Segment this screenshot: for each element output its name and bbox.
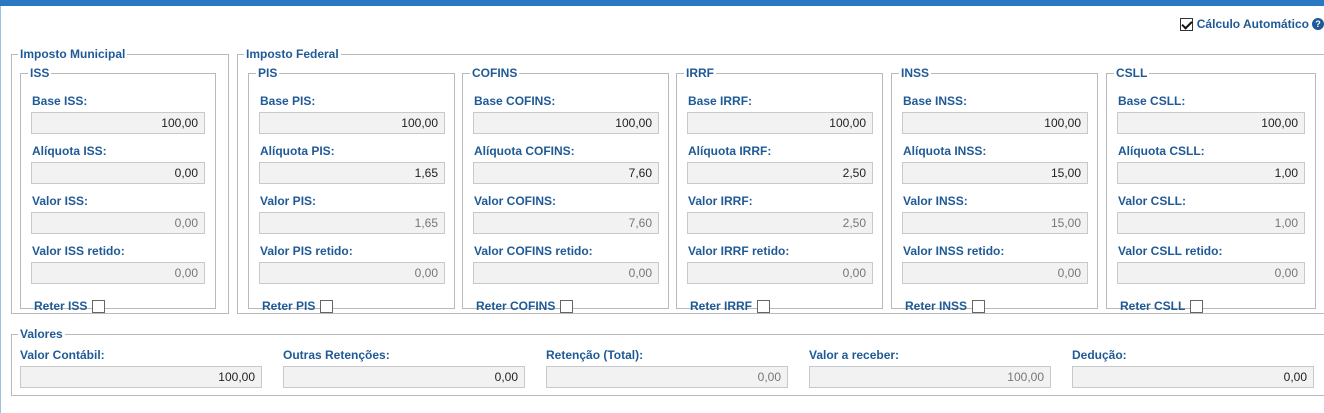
municipal-tax-legend: Imposto Municipal <box>20 47 126 61</box>
base-csll-label: Base CSLL: <box>1118 94 1186 108</box>
reter-csll-label: Reter CSLL <box>1120 299 1186 313</box>
valor-cofins-retido-label: Valor COFINS retido: <box>474 244 593 258</box>
valor-pis-retido-label: Valor PIS retido: <box>260 244 353 258</box>
valor-iss-label: Valor ISS: <box>32 194 89 208</box>
aliquota-inss-input[interactable]: 15,00 <box>902 162 1088 184</box>
valor-inss-input[interactable]: 15,00 <box>902 212 1088 234</box>
valor-inss-label: Valor INSS: <box>903 194 968 208</box>
cofins-legend: COFINS <box>472 66 518 80</box>
inss-legend: INSS <box>901 66 930 80</box>
deducao-input[interactable]: 0,00 <box>1072 366 1314 388</box>
valor-iss-input[interactable]: 0,00 <box>31 212 205 234</box>
valor-pis-input[interactable]: 1,65 <box>259 212 445 234</box>
reter-irrf-checkbox[interactable] <box>757 299 771 313</box>
valor-inss-retido-input[interactable]: 0,00 <box>902 262 1088 284</box>
reter-irrf-label: Reter IRRF <box>690 299 753 313</box>
pis-group: PIS Base PIS: 100,00 Alíquota PIS: 1,65 … <box>248 66 455 313</box>
aliquota-pis-input[interactable]: 1,65 <box>259 162 445 184</box>
base-inss-label: Base INSS: <box>903 94 968 108</box>
valor-pis-retido-input[interactable]: 0,00 <box>259 262 445 284</box>
reter-pis-label: Reter PIS <box>262 299 316 313</box>
cofins-group: COFINS Base COFINS: 100,00 Alíquota COFI… <box>462 66 669 313</box>
reter-pis-checkbox[interactable] <box>320 299 334 313</box>
reter-inss-label: Reter INSS <box>905 299 968 313</box>
valor-irrf-label: Valor IRRF: <box>688 194 753 208</box>
federal-tax-legend: Imposto Federal <box>246 47 339 61</box>
valor-a-receber-label: Valor a receber: <box>809 348 900 362</box>
valor-cofins-label: Valor COFINS: <box>474 194 557 208</box>
valor-inss-retido-label: Valor INSS retido: <box>903 244 1005 258</box>
valor-csll-retido-label: Valor CSLL retido: <box>1118 244 1223 258</box>
reter-inss-checkbox[interactable] <box>972 299 986 313</box>
irrf-legend: IRRF <box>686 66 714 80</box>
base-csll-input[interactable]: 100,00 <box>1117 112 1305 134</box>
base-pis-input[interactable]: 100,00 <box>259 112 445 134</box>
auto-calc-label: Cálculo Automático <box>1196 17 1309 31</box>
reter-iss-checkbox[interactable] <box>92 299 106 313</box>
outras-retencoes-input[interactable]: 0,00 <box>283 366 525 388</box>
reter-irrf-toggle[interactable]: Reter IRRF <box>690 299 771 313</box>
csll-legend: CSLL <box>1116 66 1148 80</box>
inss-group: INSS Base INSS: 100,00 Alíquota INSS: 15… <box>891 66 1098 313</box>
valor-pis-label: Valor PIS: <box>260 194 317 208</box>
auto-calc-checkbox[interactable] <box>1179 17 1193 31</box>
valor-irrf-retido-input[interactable]: 0,00 <box>687 262 873 284</box>
left-border <box>0 6 1 413</box>
iss-group: ISS Base ISS: 100,00 Alíquota ISS: 0,00 … <box>20 66 216 313</box>
retencao-total-label: Retenção (Total): <box>546 348 644 362</box>
reter-inss-toggle[interactable]: Reter INSS <box>905 299 986 313</box>
valor-csll-input[interactable]: 1,00 <box>1117 212 1305 234</box>
pis-legend: PIS <box>258 66 278 80</box>
irrf-group: IRRF Base IRRF: 100,00 Alíquota IRRF: 2,… <box>676 66 883 313</box>
aliquota-irrf-input[interactable]: 2,50 <box>687 162 873 184</box>
aliquota-csll-input[interactable]: 1,00 <box>1117 162 1305 184</box>
auto-calc-toggle[interactable]: Cálculo Automático ? <box>1179 16 1324 32</box>
base-irrf-label: Base IRRF: <box>688 94 753 108</box>
aliquota-iss-input[interactable]: 0,00 <box>31 162 205 184</box>
valor-irrf-retido-label: Valor IRRF retido: <box>688 244 790 258</box>
reter-iss-toggle[interactable]: Reter ISS <box>34 299 106 313</box>
csll-group: CSLL Base CSLL: 100,00 Alíquota CSLL: 1,… <box>1106 66 1316 313</box>
valor-contabil-input[interactable]: 100,00 <box>20 366 262 388</box>
valor-a-receber-input[interactable]: 100,00 <box>809 366 1051 388</box>
base-cofins-input[interactable]: 100,00 <box>473 112 659 134</box>
aliquota-iss-label: Alíquota ISS: <box>32 144 107 158</box>
reter-cofins-checkbox[interactable] <box>560 299 574 313</box>
valores-legend: Valores <box>20 327 63 341</box>
deducao-label: Dedução: <box>1072 348 1127 362</box>
aliquota-cofins-label: Alíquota COFINS: <box>474 144 575 158</box>
valor-irrf-input[interactable]: 2,50 <box>687 212 873 234</box>
retencao-total-input[interactable]: 0,00 <box>546 366 788 388</box>
outras-retencoes-label: Outras Retenções: <box>283 348 390 362</box>
base-irrf-input[interactable]: 100,00 <box>687 112 873 134</box>
help-icon[interactable]: ? <box>1312 18 1324 30</box>
base-pis-label: Base PIS: <box>260 94 316 108</box>
aliquota-csll-label: Alíquota CSLL: <box>1118 144 1205 158</box>
reter-iss-label: Reter ISS <box>34 299 88 313</box>
top-bar <box>0 0 1324 6</box>
valor-cofins-retido-input[interactable]: 0,00 <box>473 262 659 284</box>
valor-contabil-label: Valor Contábil: <box>20 348 105 362</box>
base-iss-input[interactable]: 100,00 <box>31 112 205 134</box>
reter-csll-checkbox[interactable] <box>1190 299 1204 313</box>
aliquota-pis-label: Alíquota PIS: <box>260 144 335 158</box>
valor-cofins-input[interactable]: 7,60 <box>473 212 659 234</box>
valor-csll-label: Valor CSLL: <box>1118 194 1187 208</box>
aliquota-cofins-input[interactable]: 7,60 <box>473 162 659 184</box>
valor-csll-retido-input[interactable]: 0,00 <box>1117 262 1305 284</box>
aliquota-irrf-label: Alíquota IRRF: <box>688 144 772 158</box>
reter-pis-toggle[interactable]: Reter PIS <box>262 299 334 313</box>
reter-csll-toggle[interactable]: Reter CSLL <box>1120 299 1204 313</box>
iss-legend: ISS <box>30 66 50 80</box>
valor-iss-retido-input[interactable]: 0,00 <box>31 262 205 284</box>
aliquota-inss-label: Alíquota INSS: <box>903 144 987 158</box>
base-cofins-label: Base COFINS: <box>474 94 556 108</box>
base-iss-label: Base ISS: <box>32 94 88 108</box>
reter-cofins-label: Reter COFINS <box>476 299 556 313</box>
reter-cofins-toggle[interactable]: Reter COFINS <box>476 299 574 313</box>
valor-iss-retido-label: Valor ISS retido: <box>32 244 125 258</box>
base-inss-input[interactable]: 100,00 <box>902 112 1088 134</box>
